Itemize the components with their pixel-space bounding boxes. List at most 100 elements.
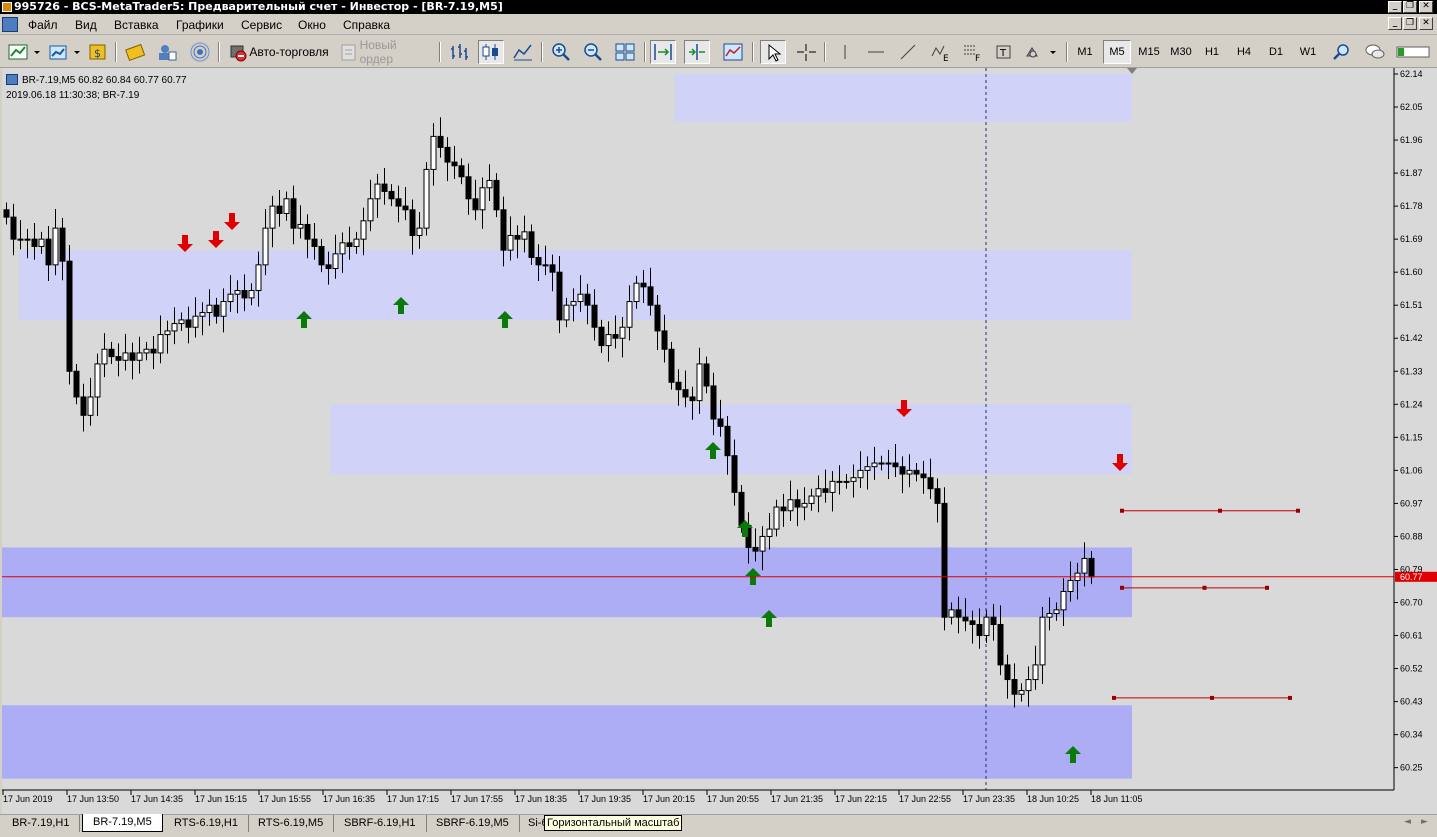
candle [451,145,458,179]
candle [17,220,24,250]
chart-shift-marker-icon [1127,68,1137,74]
autoscroll-button[interactable] [650,40,676,64]
time-tick-label: 17 Jun 21:35 [771,794,823,804]
time-tick-label: 17 Jun 23:35 [963,794,1015,804]
new-chart-button[interactable] [6,40,42,64]
candle-bear-body [318,245,325,266]
profiles-icon [49,45,80,60]
line-chart-button[interactable] [510,40,536,64]
tab-br-h1[interactable]: BR-7.19,H1 [2,815,81,832]
menu-tools[interactable]: Сервис [241,18,282,32]
tab-scroll-right-icon[interactable]: ► [1421,817,1428,827]
candle [367,179,374,232]
tab-rts-h1[interactable]: RTS-6.19,H1 [164,815,249,832]
text-button[interactable]: T [991,40,1017,64]
cursor-button[interactable] [760,40,786,64]
candle-bear-body [780,506,787,512]
timeframe-w1-button[interactable]: W1 [1295,40,1321,64]
candle-bull-body [843,480,850,483]
crosshair-button[interactable] [793,40,819,64]
tab-scroll-left-icon[interactable]: ◄ [1404,817,1411,827]
candle [409,199,416,255]
zoom-out-icon [584,43,602,61]
candle-bull-body [563,304,570,321]
fibonacci-button[interactable]: F [959,40,985,64]
connection-status [1394,40,1432,64]
bar-chart-button[interactable] [446,40,472,64]
chart-window[interactable]: 60.77 62.14 62.05 61.96 61.87 61.78 61.69 61.6… [2,68,1437,814]
mdi-restore-button[interactable]: ❐ [1403,17,1417,30]
signals-button[interactable] [187,40,213,64]
tab-sbrf-h1[interactable]: SBRF-6.19,H1 [334,815,427,832]
zoom-in-button[interactable] [548,40,574,64]
profiles-button[interactable] [46,40,82,64]
tab-br-m5[interactable]: BR-7.19,M5 [82,814,163,832]
tile-windows-button[interactable] [612,40,638,64]
candle-bull-body [808,495,815,504]
candle-bear-body [304,223,311,240]
candle-bull-body [836,480,843,483]
mdi-close-button[interactable]: ✕ [1419,17,1433,30]
menu-view[interactable]: Вид [75,18,97,32]
timeframe-m5-button[interactable]: M5 [1103,40,1131,64]
candle-bear-body [472,198,479,211]
candle [822,469,829,503]
candle-bear-body [31,238,38,247]
zoom-out-button[interactable] [580,40,606,64]
candle-bull-body [1018,690,1025,695]
timeframe-m15-button[interactable]: M15 [1134,40,1164,64]
candle [115,343,122,377]
menu-help[interactable]: Справка [343,18,390,32]
timeframe-h4-button[interactable]: H4 [1231,40,1257,64]
navigator-icon [159,45,177,61]
price-tick-label: 61.33 [1400,366,1423,376]
chart-tabs: BR-7.19,H1 BR-7.19,M5 RTS-6.19,H1 RTS-6.… [0,814,1437,837]
close-button[interactable]: ✕ [1419,1,1433,13]
time-tick-label: 17 Jun 22:55 [899,794,951,804]
autotrade-button[interactable]: Авто-торговля [224,40,332,64]
timeframe-m30-button[interactable]: M30 [1166,40,1196,64]
candle-bull-body [171,323,178,332]
candle-bear-body [920,473,927,479]
tab-sbrf-m5[interactable]: SBRF-6.19,M5 [426,815,520,832]
trendline-icon [900,44,916,60]
timeframe-d1-button[interactable]: D1 [1263,40,1289,64]
price-tick-label: 61.15 [1400,432,1423,442]
shapes-button[interactable] [1022,40,1060,64]
vertical-line-button[interactable] [832,40,858,64]
candle-bear-body [535,257,542,266]
connection-bar-icon [1396,46,1430,58]
mdi-minimize-button[interactable]: _ [1388,17,1402,30]
restore-button[interactable]: ❐ [1403,1,1417,13]
horizontal-line-button[interactable] [863,40,889,64]
market-watch-button[interactable]: $ [86,40,110,64]
time-tick-label: 17 Jun 18:35 [515,794,567,804]
timeframe-m1-button[interactable]: M1 [1072,40,1098,64]
menu-window[interactable]: Окно [298,18,326,32]
menu-file[interactable]: Файл [28,18,58,32]
menu-insert[interactable]: Вставка [114,18,159,32]
candle-bull-body [178,319,185,325]
price-chart[interactable]: 60.77 62.1462.0561.9661.8761.7861.6961.6… [2,68,1437,814]
new-order-button[interactable]: Новый ордер [338,38,432,66]
trendline-button[interactable] [895,40,921,64]
minimize-button[interactable]: _ [1388,1,1402,13]
document-icon[interactable] [2,17,18,32]
timeframe-h1-button[interactable]: H1 [1199,40,1225,64]
candle [458,158,465,185]
tab-rts-m5[interactable]: RTS-6.19,M5 [248,815,335,832]
chart-shift-button[interactable] [684,40,710,64]
candlestick-button[interactable] [478,40,504,64]
indicators-button[interactable] [720,40,746,64]
candle-bear-body [703,363,710,387]
candle [10,203,17,256]
search-button[interactable] [1329,40,1355,64]
data-window-button[interactable] [122,40,148,64]
elliott-button[interactable]: E [927,40,953,64]
candle [486,164,493,201]
navigator-button[interactable] [154,40,180,64]
chart-symbol-icon [6,74,18,85]
chat-button[interactable] [1362,40,1388,64]
vertical-line-icon [844,45,846,59]
menu-charts[interactable]: Графики [176,18,224,32]
